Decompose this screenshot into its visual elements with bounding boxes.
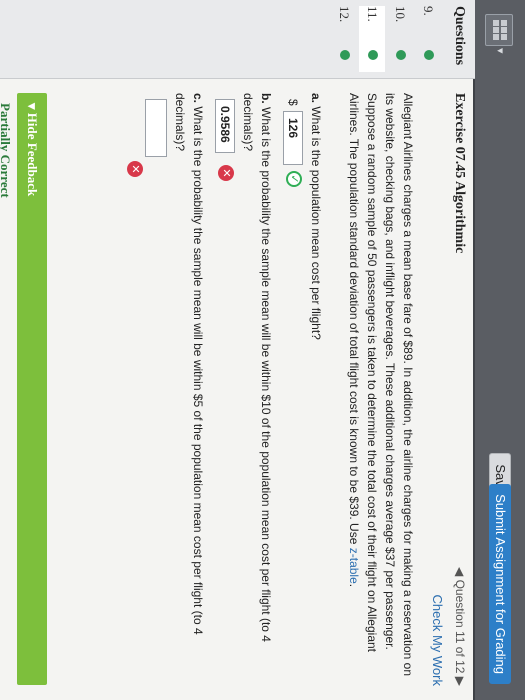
part-b-text: What is the probability the sample mean … xyxy=(241,93,273,642)
question-paragraph: Allegiant Airlines charges a mean base f… xyxy=(347,93,415,677)
incorrect-x-icon: ✕ xyxy=(218,165,234,181)
submit-assignment-button[interactable]: Submit Assignment for Grading xyxy=(489,484,511,684)
part-b-answer-input[interactable]: 0.9586 xyxy=(215,99,235,153)
question-text: Allegiant Airlines charges a mean base f… xyxy=(347,93,415,677)
grid-icon xyxy=(491,20,507,40)
question-number: 9. xyxy=(421,6,436,16)
answered-status-icon xyxy=(340,50,350,60)
incorrect-x-icon: ✕ xyxy=(127,161,143,177)
question-pager[interactable]: ◀ Question 11 of 12 ▶ xyxy=(453,567,467,686)
exercise-title: Exercise 07.45 Algorithmic xyxy=(452,93,467,254)
question-number: 11. xyxy=(365,6,380,22)
question-number: 12. xyxy=(337,6,352,23)
part-b-question: b. What is the probability the sample me… xyxy=(241,93,273,642)
part-c-answer-row: ✕ xyxy=(127,99,167,219)
sidebar-title: Questions xyxy=(452,6,467,66)
hide-feedback-text: Hide Feedback xyxy=(25,112,40,197)
part-a-answer-input[interactable]: 126 xyxy=(283,111,303,165)
answered-status-icon xyxy=(424,50,434,60)
chevron-down-icon: ▾ xyxy=(494,48,507,54)
hide-feedback-bar[interactable]: ▾ Hide Feedback xyxy=(17,93,47,685)
part-c-text: What is the probability the sample mean … xyxy=(173,93,205,635)
questions-sidebar: Questions 9. 10. 11. 12. xyxy=(0,0,475,79)
top-toolbar: ▾ Save Submit Assignment for Grading xyxy=(473,0,525,700)
check-my-work-link[interactable]: Check My Work xyxy=(430,595,445,687)
sidebar-item-11[interactable]: 11. xyxy=(359,6,385,72)
answered-status-icon xyxy=(368,50,378,60)
grid-menu-button[interactable] xyxy=(485,14,513,46)
sidebar-item-12[interactable]: 12. xyxy=(331,6,357,72)
part-a-answer-row: $ 126 ✓ xyxy=(281,99,303,219)
part-a-question: a. What is the population mean cost per … xyxy=(309,93,323,340)
correct-check-icon: ✓ xyxy=(286,171,302,187)
question-card: Allegiant Airlines charges a mean base f… xyxy=(17,93,417,693)
dollar-prefix: $ xyxy=(286,99,300,106)
question-number: 10. xyxy=(393,6,408,23)
sidebar-item-9[interactable]: 9. xyxy=(415,6,441,72)
hide-feedback-label: ▾ Hide Feedback xyxy=(25,103,40,197)
sidebar-item-10[interactable]: 10. xyxy=(387,6,413,72)
z-table-link[interactable]: z-table xyxy=(347,548,361,584)
part-b-answer-row: 0.9586 ✕ xyxy=(213,99,235,219)
main-content: Exercise 07.45 Algorithmic ◀ Question 11… xyxy=(0,79,475,700)
part-c-question: c. What is the probability the sample me… xyxy=(173,93,205,635)
feedback-status: Partially Correct xyxy=(0,103,13,198)
answered-status-icon xyxy=(396,50,406,60)
screen: ▾ Save Submit Assignment for Grading Que… xyxy=(0,0,525,700)
part-c-answer-input[interactable] xyxy=(145,99,167,157)
part-a-text: What is the population mean cost per fli… xyxy=(309,106,323,340)
